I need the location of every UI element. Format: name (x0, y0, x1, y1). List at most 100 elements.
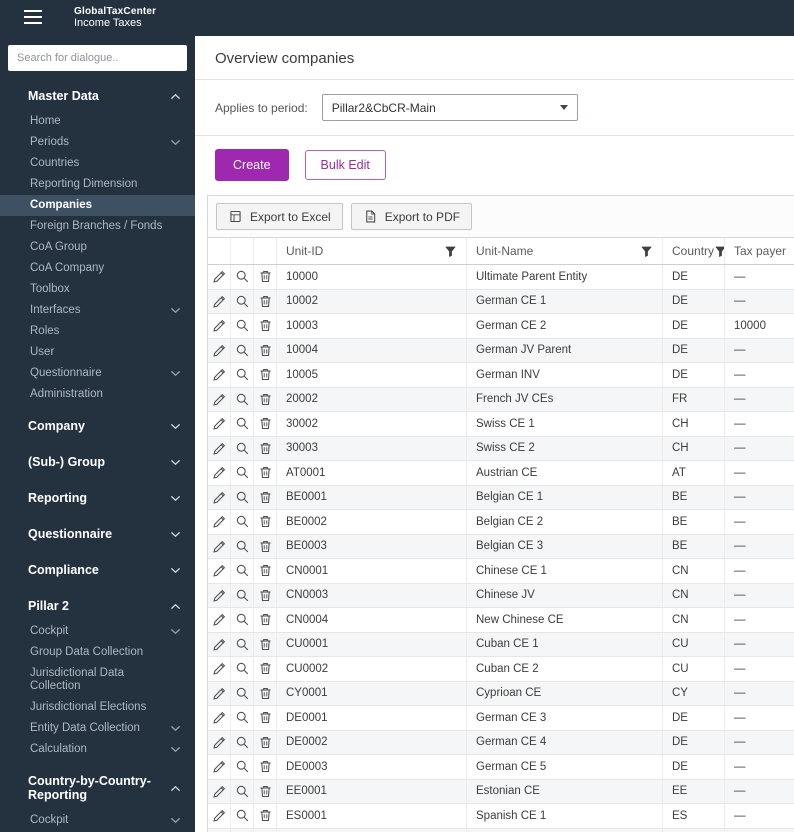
period-select[interactable]: Pillar2&CbCR-Main (321, 94, 578, 121)
sidebar-item-reporting[interactable]: Reporting (0, 483, 195, 513)
filter-icon[interactable] (714, 245, 724, 258)
view-button[interactable] (231, 608, 253, 632)
filter-icon[interactable] (640, 245, 653, 258)
sidebar-item-jurisdictional-elections[interactable]: Jurisdictional Elections (0, 697, 195, 718)
hamburger-menu-button[interactable] (18, 6, 48, 30)
delete-button[interactable] (254, 608, 276, 632)
view-button[interactable] (231, 780, 253, 804)
view-button[interactable] (231, 314, 253, 338)
edit-button[interactable] (208, 388, 230, 412)
view-button[interactable] (231, 412, 253, 436)
edit-button[interactable] (208, 535, 230, 559)
sidebar-item-calculation[interactable]: Calculation (0, 739, 195, 760)
sidebar-item-company[interactable]: Company (0, 411, 195, 441)
edit-button[interactable] (208, 657, 230, 681)
sidebar-item-roles[interactable]: Roles (0, 321, 195, 342)
sidebar-item-home[interactable]: Home (0, 111, 195, 132)
delete-button[interactable] (254, 633, 276, 657)
edit-button[interactable] (208, 584, 230, 608)
edit-button[interactable] (208, 412, 230, 436)
filter-icon[interactable] (444, 245, 457, 258)
view-button[interactable] (231, 706, 253, 730)
view-button[interactable] (231, 265, 253, 289)
view-button[interactable] (231, 486, 253, 510)
edit-button[interactable] (208, 829, 230, 832)
edit-button[interactable] (208, 706, 230, 730)
edit-button[interactable] (208, 486, 230, 510)
delete-button[interactable] (254, 755, 276, 779)
view-button[interactable] (231, 339, 253, 363)
edit-button[interactable] (208, 314, 230, 338)
sidebar-item-group-data-collection[interactable]: Group Data Collection (0, 642, 195, 663)
view-button[interactable] (231, 510, 253, 534)
edit-button[interactable] (208, 461, 230, 485)
view-button[interactable] (231, 682, 253, 706)
edit-button[interactable] (208, 731, 230, 755)
edit-button[interactable] (208, 339, 230, 363)
column-header-tax-payer[interactable]: Tax payer (725, 238, 794, 264)
sidebar-item-questionnaire[interactable]: Questionnaire (0, 519, 195, 549)
delete-button[interactable] (254, 780, 276, 804)
view-button[interactable] (231, 829, 253, 832)
column-header-unit-name[interactable]: Unit-Name (467, 238, 663, 264)
edit-button[interactable] (208, 559, 230, 583)
delete-button[interactable] (254, 265, 276, 289)
delete-button[interactable] (254, 731, 276, 755)
delete-button[interactable] (254, 804, 276, 828)
sidebar-search-input[interactable] (8, 45, 187, 71)
delete-button[interactable] (254, 290, 276, 314)
delete-button[interactable] (254, 486, 276, 510)
sidebar-item-administration[interactable]: Administration (0, 384, 195, 405)
view-button[interactable] (231, 633, 253, 657)
edit-button[interactable] (208, 265, 230, 289)
view-button[interactable] (231, 731, 253, 755)
edit-button[interactable] (208, 363, 230, 387)
column-header-country[interactable]: Country (663, 238, 725, 264)
delete-button[interactable] (254, 314, 276, 338)
edit-button[interactable] (208, 633, 230, 657)
delete-button[interactable] (254, 510, 276, 534)
sidebar-item-periods[interactable]: Periods (0, 132, 195, 153)
sidebar-item-coa-company[interactable]: CoA Company (0, 258, 195, 279)
sidebar-item-country-by-country-reporting[interactable]: Country-by-Country-Reporting (0, 766, 195, 810)
sidebar-item-coa-group[interactable]: CoA Group (0, 237, 195, 258)
edit-button[interactable] (208, 608, 230, 632)
sidebar-item-user[interactable]: User (0, 342, 195, 363)
sidebar-item-cockpit[interactable]: Cockpit (0, 621, 195, 642)
delete-button[interactable] (254, 339, 276, 363)
view-button[interactable] (231, 290, 253, 314)
bulk-edit-button[interactable]: Bulk Edit (304, 150, 386, 180)
delete-button[interactable] (254, 706, 276, 730)
view-button[interactable] (231, 535, 253, 559)
sidebar-item-interfaces[interactable]: Interfaces (0, 300, 195, 321)
view-button[interactable] (231, 388, 253, 412)
delete-button[interactable] (254, 437, 276, 461)
edit-button[interactable] (208, 437, 230, 461)
sidebar-item-foreign-branches-fonds[interactable]: Foreign Branches / Fonds (0, 216, 195, 237)
export-excel-button[interactable]: Export to Excel (216, 203, 343, 230)
sidebar-item-toolbox[interactable]: Toolbox (0, 279, 195, 300)
view-button[interactable] (231, 437, 253, 461)
sidebar-item-companies[interactable]: Companies (0, 195, 195, 216)
sidebar-item-reporting-dimension[interactable]: Reporting Dimension (0, 174, 195, 195)
sidebar-item-sub-group[interactable]: (Sub-) Group (0, 447, 195, 477)
sidebar-item-pillar-2[interactable]: Pillar 2 (0, 591, 195, 621)
delete-button[interactable] (254, 682, 276, 706)
delete-button[interactable] (254, 584, 276, 608)
delete-button[interactable] (254, 363, 276, 387)
view-button[interactable] (231, 755, 253, 779)
sidebar-item-compliance[interactable]: Compliance (0, 555, 195, 585)
sidebar-item-master-data[interactable]: Master Data (0, 81, 195, 111)
delete-button[interactable] (254, 412, 276, 436)
view-button[interactable] (231, 804, 253, 828)
delete-button[interactable] (254, 657, 276, 681)
sidebar-item-jurisdictional-data-collection[interactable]: Jurisdictional Data Collection (0, 663, 195, 697)
edit-button[interactable] (208, 682, 230, 706)
view-button[interactable] (231, 461, 253, 485)
delete-button[interactable] (254, 461, 276, 485)
export-pdf-button[interactable]: Export to PDF (350, 203, 473, 230)
delete-button[interactable] (254, 829, 276, 832)
view-button[interactable] (231, 584, 253, 608)
sidebar-item-cockpit[interactable]: Cockpit (0, 810, 195, 831)
edit-button[interactable] (208, 780, 230, 804)
